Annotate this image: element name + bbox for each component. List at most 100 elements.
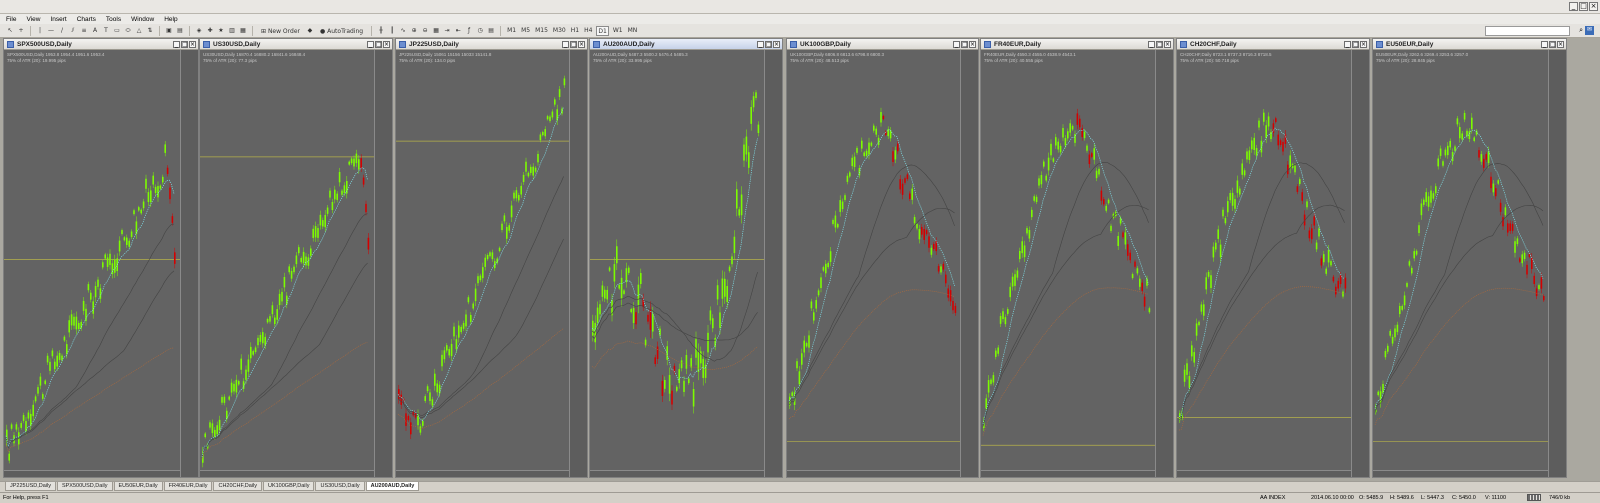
menu-window[interactable]: Window xyxy=(131,16,154,23)
trendline-icon[interactable]: / xyxy=(58,26,66,36)
price-scale[interactable] xyxy=(1548,50,1566,477)
maximize-icon[interactable]: □ xyxy=(961,40,968,48)
close-icon[interactable]: × xyxy=(383,40,390,48)
chart-shift-icon[interactable]: ⇤ xyxy=(454,26,462,36)
minimize-icon[interactable]: _ xyxy=(367,40,374,48)
menu-insert[interactable]: Insert xyxy=(50,16,66,23)
tab-au200aud[interactable]: AU200AUD,Daily xyxy=(365,482,420,491)
tile-windows-icon[interactable]: ▦ xyxy=(432,26,440,36)
terminal-icon[interactable]: ▥ xyxy=(228,26,236,36)
label-icon[interactable]: T xyxy=(102,26,110,36)
price-scale[interactable] xyxy=(764,50,782,477)
status-profile[interactable]: AA INDEX xyxy=(1260,495,1285,501)
tab-jp225usd[interactable]: JP225USD,Daily xyxy=(5,482,56,491)
periods-icon[interactable]: ◷ xyxy=(476,26,484,36)
maximize-icon[interactable]: □ xyxy=(375,40,382,48)
zoom-in-icon[interactable]: ⊕ xyxy=(410,26,418,36)
chart-window-eu50eur[interactable]: EU50EUR,Daily _ □ × EU50EUR,Daily 3262.6 326… xyxy=(1372,38,1567,478)
chart-window-titlebar[interactable]: EU50EUR,Daily _ □ × xyxy=(1373,39,1566,50)
maximize-icon[interactable]: □ xyxy=(1549,40,1556,48)
bar-chart-icon[interactable]: ╫ xyxy=(377,26,385,36)
close-icon[interactable]: × xyxy=(1589,2,1598,11)
price-chart[interactable]: EU50EUR,Daily 3262.6 3269.4 3253.6 3257.… xyxy=(1373,50,1566,477)
autoscroll-icon[interactable]: ⇥ xyxy=(443,26,451,36)
mailbox-icon[interactable]: ✉ xyxy=(1585,26,1594,35)
price-chart[interactable]: JP225USD,Daily 15061 15156 15033 15141.8… xyxy=(396,50,587,477)
tab-eu50eur[interactable]: EU50EUR,Daily xyxy=(113,482,163,491)
chart-window-ch20chf[interactable]: CH20CHF,Daily _ □ × CH20CHF,Daily 8723.1 873… xyxy=(1176,38,1370,478)
chart-window-fr40eur[interactable]: FR40EUR,Daily _ □ × FR40EUR,Daily 4550.3 455… xyxy=(980,38,1174,478)
close-icon[interactable]: × xyxy=(578,40,585,48)
chart-window-titlebar[interactable]: SPX500USD,Daily _ □ × xyxy=(4,39,198,50)
close-icon[interactable]: × xyxy=(1164,40,1171,48)
time-scale[interactable] xyxy=(981,470,1155,477)
time-scale[interactable] xyxy=(200,470,374,477)
fibonacci-icon[interactable]: ≡ xyxy=(80,26,88,36)
crosshair-icon[interactable]: + xyxy=(17,26,25,36)
chart-window-titlebar[interactable]: FR40EUR,Daily _ □ × xyxy=(981,39,1173,50)
rectangle-icon[interactable]: ▭ xyxy=(113,26,121,36)
profiles-icon[interactable]: ▤ xyxy=(176,26,184,36)
time-scale[interactable] xyxy=(396,470,569,477)
minimize-icon[interactable]: _ xyxy=(757,40,764,48)
time-scale[interactable] xyxy=(1373,470,1548,477)
tab-spx500usd[interactable]: SPX500USD,Daily xyxy=(56,482,113,491)
chart-window-spx500usd[interactable]: SPX500USD,Daily _ □ × SPX500USD,Daily 1953.8… xyxy=(3,38,199,478)
templates-icon[interactable]: ▤ xyxy=(487,26,495,36)
price-scale[interactable] xyxy=(374,50,392,477)
cursor-icon[interactable]: ↖ xyxy=(6,26,14,36)
tab-ch20chf[interactable]: CH20CHF,Daily xyxy=(213,482,262,491)
chart-window-titlebar[interactable]: AU200AUD,Daily _ □ × xyxy=(590,39,782,50)
navigator-icon[interactable]: ★ xyxy=(217,26,225,36)
maximize-icon[interactable]: □ xyxy=(1352,40,1359,48)
timeframe-w1[interactable]: W1 xyxy=(612,26,624,36)
channel-icon[interactable]: ⫽ xyxy=(69,26,77,36)
price-scale[interactable] xyxy=(1155,50,1173,477)
time-scale[interactable] xyxy=(4,470,180,477)
maximize-icon[interactable]: □ xyxy=(570,40,577,48)
maximize-icon[interactable]: □ xyxy=(765,40,772,48)
price-chart[interactable]: US30USD,Daily 16870.4 16880.2 16841.6 16… xyxy=(200,50,392,477)
new-order-button[interactable]: ⊞ New Order xyxy=(258,26,303,36)
time-scale[interactable] xyxy=(1177,470,1351,477)
menu-view[interactable]: View xyxy=(26,16,40,23)
price-chart[interactable]: AU200AUD,Daily 5487.3 5500.2 5476.4 5485… xyxy=(590,50,782,477)
price-chart[interactable]: FR40EUR,Daily 4550.3 4555.0 4538.9 4543.… xyxy=(981,50,1173,477)
price-scale[interactable] xyxy=(569,50,587,477)
timeframe-mn[interactable]: MN xyxy=(627,26,639,36)
chart-window-titlebar[interactable]: UK100GBP,Daily _ □ × xyxy=(787,39,978,50)
metaeditor-icon[interactable]: ◆ xyxy=(306,26,314,36)
minimize-icon[interactable]: _ xyxy=(562,40,569,48)
market-watch-icon[interactable]: ◈ xyxy=(195,26,203,36)
tab-uk100gbp[interactable]: UK100GBP,Daily xyxy=(262,482,315,491)
menu-charts[interactable]: Charts xyxy=(77,16,96,23)
new-chart-icon[interactable]: ▣ xyxy=(165,26,173,36)
close-icon[interactable]: × xyxy=(1557,40,1564,48)
time-scale[interactable] xyxy=(590,470,764,477)
vertical-line-icon[interactable]: | xyxy=(36,26,44,36)
ellipse-icon[interactable]: ⬭ xyxy=(124,26,132,36)
search-input[interactable] xyxy=(1485,26,1570,36)
zoom-out-icon[interactable]: ⊖ xyxy=(421,26,429,36)
chart-window-uk100gbp[interactable]: UK100GBP,Daily _ □ × UK100GBP,Daily 6806.8 6… xyxy=(786,38,979,478)
minimize-icon[interactable]: _ xyxy=(1569,2,1578,11)
close-icon[interactable]: × xyxy=(773,40,780,48)
chart-window-titlebar[interactable]: CH20CHF,Daily _ □ × xyxy=(1177,39,1369,50)
tab-fr40eur[interactable]: FR40EUR,Daily xyxy=(163,482,213,491)
autotrading-button[interactable]: ● AutoTrading xyxy=(317,26,366,36)
tab-us30usd[interactable]: US30USD,Daily xyxy=(315,482,365,491)
search-icon[interactable]: ⌕ xyxy=(1579,26,1583,35)
indicators-icon[interactable]: ƒ xyxy=(465,26,473,36)
chart-window-titlebar[interactable]: US30USD,Daily _ □ × xyxy=(200,39,392,50)
minimize-icon[interactable]: _ xyxy=(173,40,180,48)
candlestick-icon[interactable]: ┃ xyxy=(388,26,396,36)
text-icon[interactable]: A xyxy=(91,26,99,36)
menu-help[interactable]: Help xyxy=(164,16,177,23)
data-window-icon[interactable]: ✚ xyxy=(206,26,214,36)
line-chart-icon[interactable]: ∿ xyxy=(399,26,407,36)
price-scale[interactable] xyxy=(960,50,978,477)
chart-window-titlebar[interactable]: JP225USD,Daily _ □ × xyxy=(396,39,587,50)
price-scale[interactable] xyxy=(180,50,198,477)
price-scale[interactable] xyxy=(1351,50,1369,477)
minimize-icon[interactable]: _ xyxy=(953,40,960,48)
